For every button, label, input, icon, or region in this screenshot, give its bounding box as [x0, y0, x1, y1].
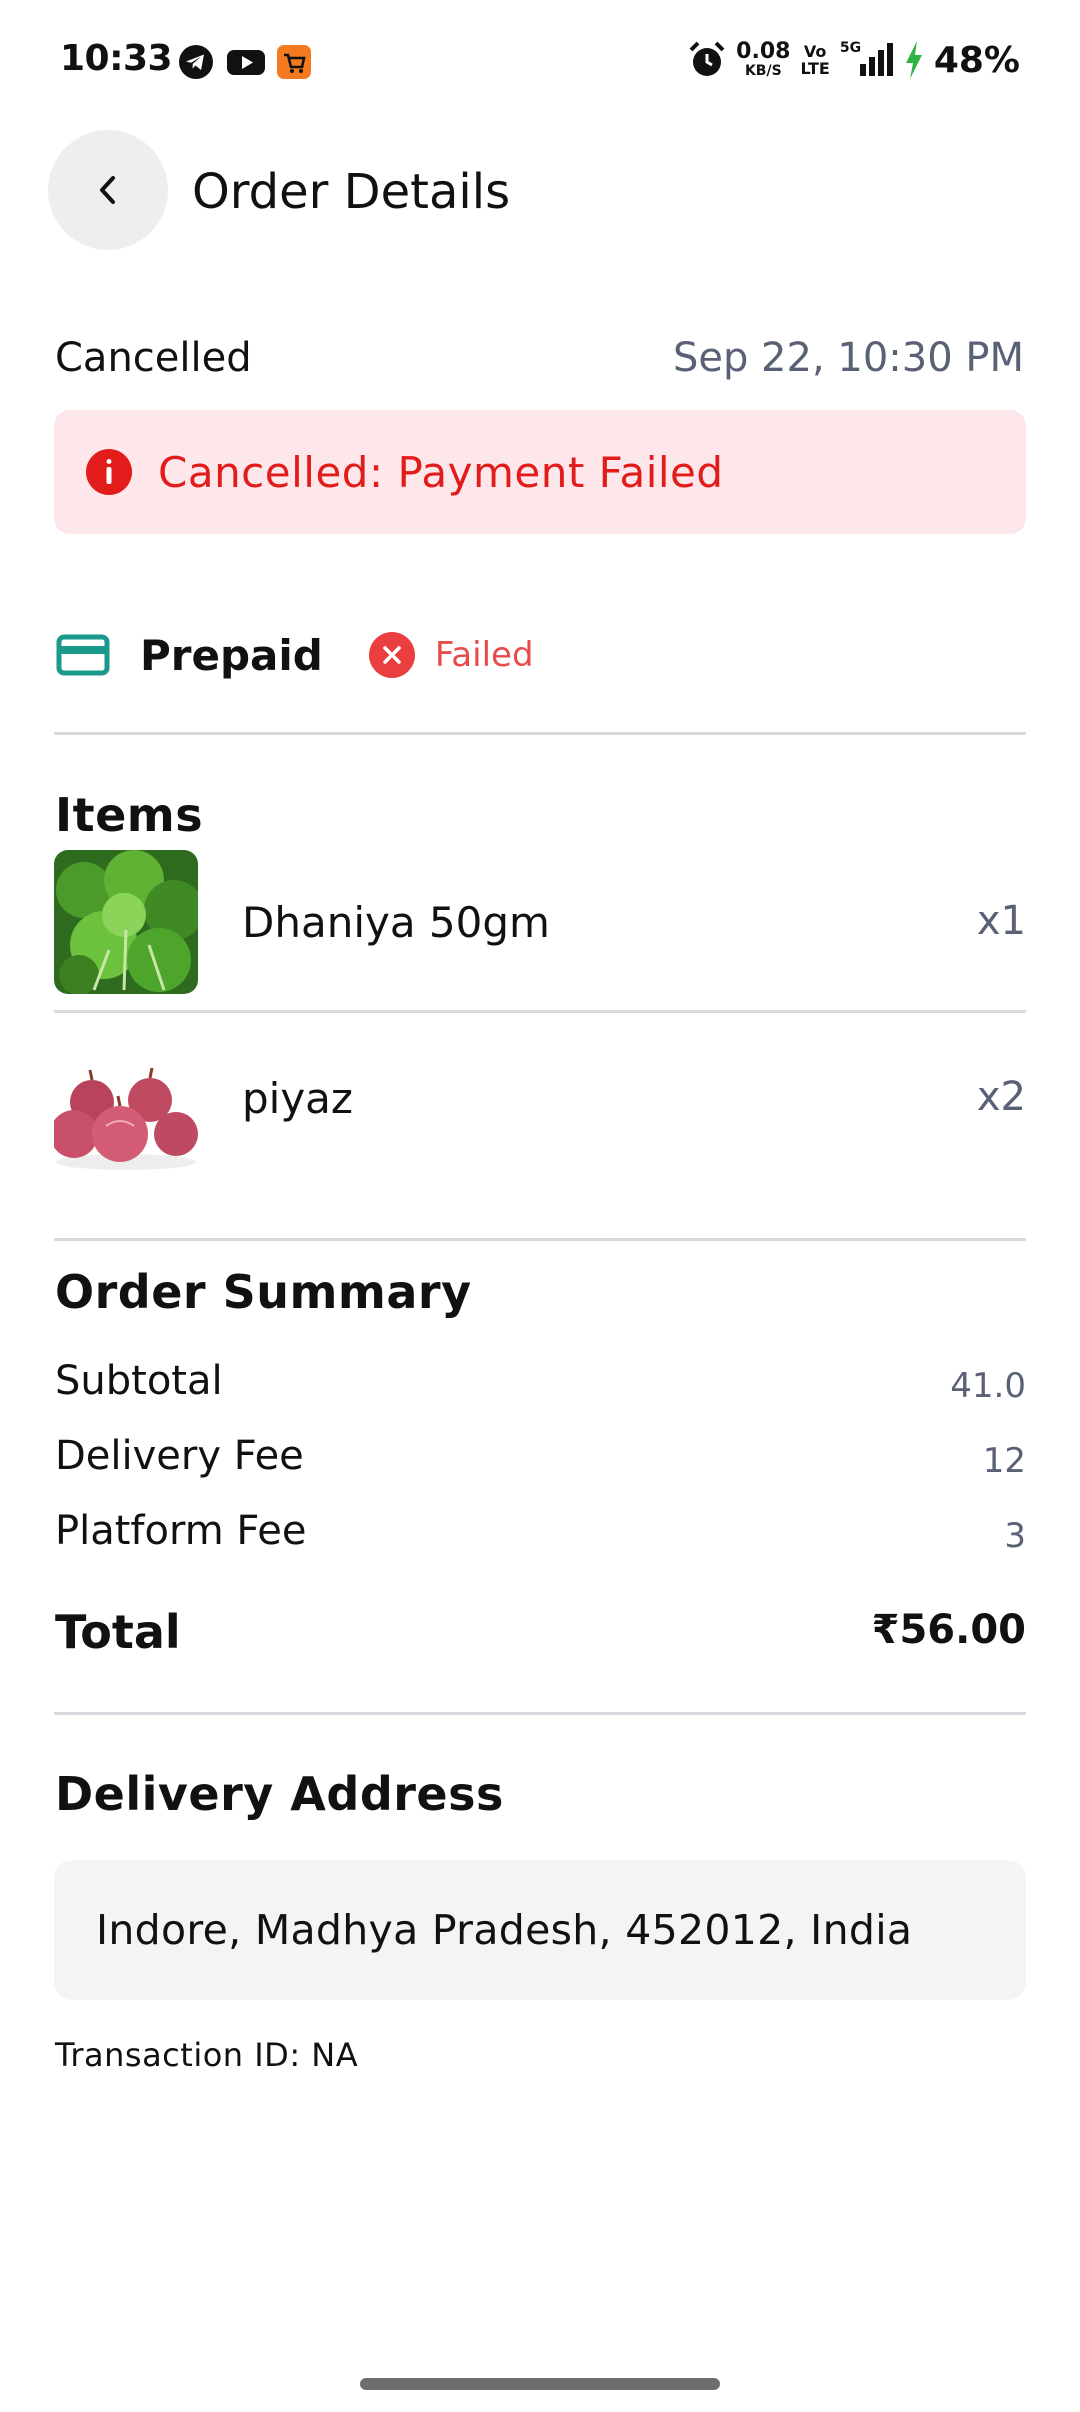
network-speed: 0.08 KB/S — [736, 38, 791, 79]
order-datetime: Sep 22, 10:30 PM — [672, 335, 1024, 381]
status-time: 10:33 — [60, 38, 173, 79]
summary-row-delivery-fee: Delivery Fee 12 — [55, 1433, 1026, 1489]
item-qty: x2 — [976, 1074, 1026, 1120]
summary-value: 41.0 — [950, 1366, 1026, 1406]
total-row: Total ₹56.00 — [55, 1605, 1026, 1665]
failed-x-icon — [368, 632, 415, 678]
summary-label: Delivery Fee — [55, 1433, 304, 1479]
status-right: 0.08 KB/S Vo LTE 5G 48% — [688, 36, 1020, 84]
card-icon — [56, 634, 110, 676]
divider — [54, 732, 1026, 735]
summary-row-platform-fee: Platform Fee 3 — [55, 1508, 1026, 1564]
item-name: piyaz — [242, 1074, 353, 1123]
youtube-icon — [227, 50, 265, 75]
summary-row-subtotal: Subtotal 41.0 — [55, 1358, 1026, 1414]
status-bar: 10:33 0.08 KB/S Vo LTE 5G 48% — [0, 0, 1080, 120]
delivery-address-title: Delivery Address — [55, 1767, 504, 1821]
item-name: Dhaniya 50gm — [242, 898, 550, 947]
address-text: Indore, Madhya Pradesh, 452012, India — [96, 1906, 913, 1954]
list-item[interactable]: Dhaniya 50gm x1 — [54, 850, 1026, 994]
cart-app-icon — [277, 45, 311, 79]
cancel-alert-banner: Cancelled: Payment Failed — [54, 410, 1026, 534]
coriander-image — [54, 850, 198, 994]
alarm-icon — [689, 41, 725, 76]
alert-text: Cancelled: Payment Failed — [158, 447, 724, 497]
order-summary-title: Order Summary — [55, 1265, 472, 1319]
list-item[interactable]: piyaz x2 — [54, 1030, 1026, 1174]
divider — [54, 1712, 1026, 1715]
divider — [54, 1010, 1026, 1013]
payment-row: Prepaid Failed — [56, 622, 534, 688]
order-status: Cancelled — [55, 335, 252, 381]
item-qty: x1 — [976, 898, 1026, 944]
payment-status: Failed — [434, 635, 534, 675]
home-indicator[interactable] — [360, 2378, 720, 2390]
summary-label: Platform Fee — [55, 1508, 307, 1554]
summary-value: 12 — [982, 1441, 1026, 1481]
back-button[interactable] — [48, 130, 168, 250]
signal-icon: 5G — [840, 40, 894, 80]
divider — [54, 1238, 1026, 1241]
items-title: Items — [55, 788, 204, 842]
charging-bolt-icon — [905, 41, 922, 79]
page-title: Order Details — [192, 164, 511, 220]
summary-value: 3 — [1004, 1516, 1026, 1556]
transaction-id: Transaction ID: NA — [55, 2036, 359, 2074]
total-value: ₹56.00 — [871, 1607, 1026, 1653]
address-box: Indore, Madhya Pradesh, 452012, India — [54, 1860, 1026, 2000]
info-alert-icon — [86, 449, 132, 495]
total-label: Total — [55, 1605, 181, 1659]
chevron-left-icon — [100, 176, 115, 204]
onion-image — [54, 1030, 198, 1174]
telegram-icon — [179, 45, 213, 79]
payment-method: Prepaid — [140, 630, 323, 680]
volte-indicator: Vo LTE — [800, 42, 830, 78]
summary-label: Subtotal — [55, 1358, 223, 1404]
battery-percent: 48% — [933, 39, 1020, 81]
